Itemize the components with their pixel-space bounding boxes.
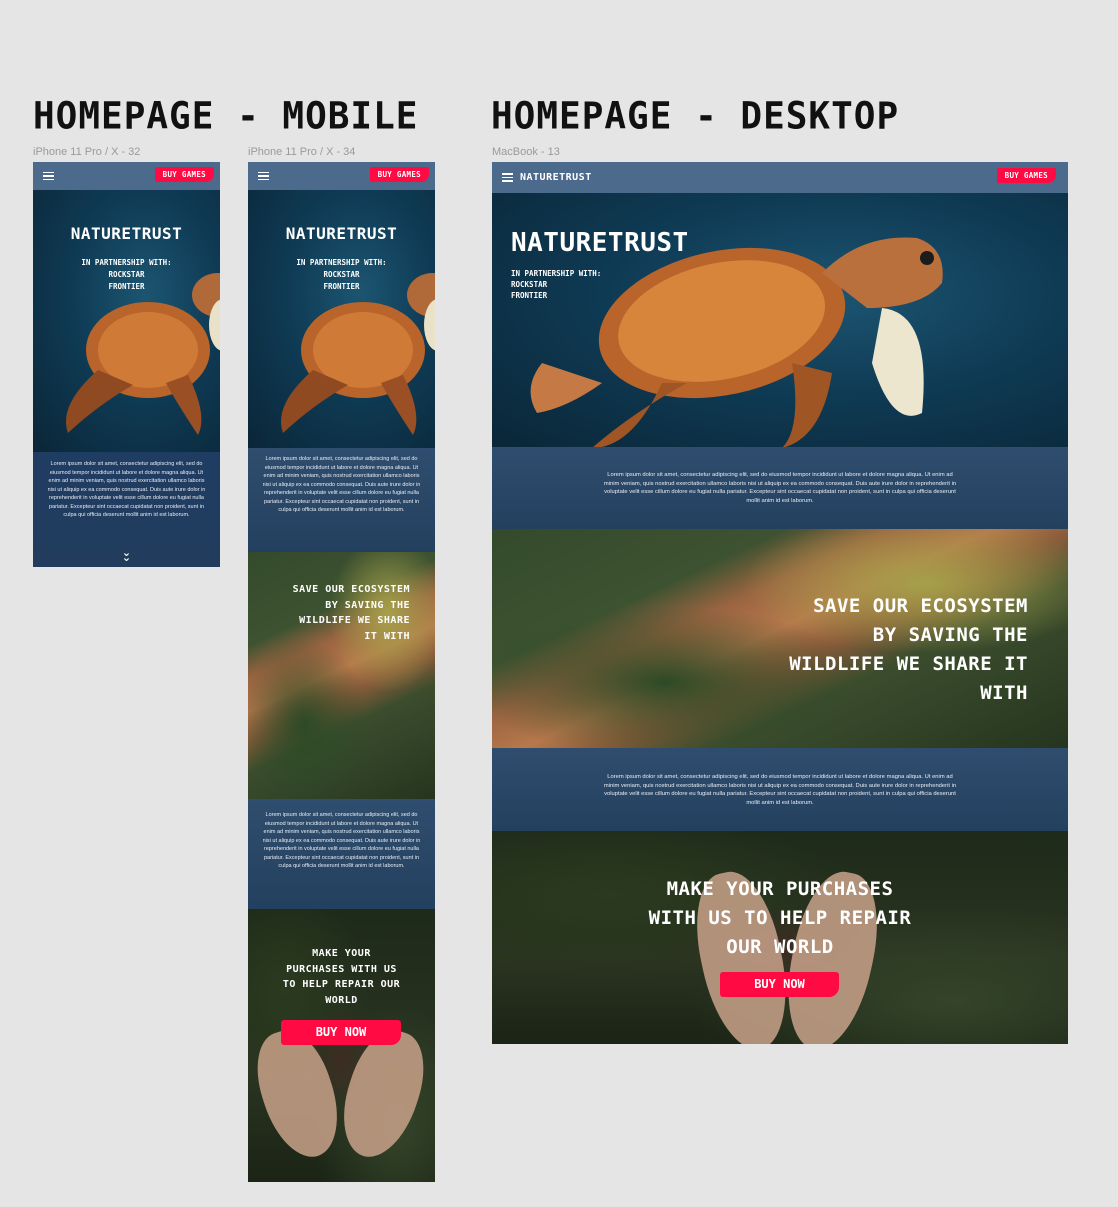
second-band: Lorem ipsum dolor sit amet, consectetur … <box>248 799 435 909</box>
hamburger-icon[interactable] <box>258 171 269 181</box>
hands-photo: Make your purchases with us to help repa… <box>248 909 435 1182</box>
partnership-text: In partnership with: Rockstar Frontier <box>296 258 387 291</box>
mobile-frame-2: Buy Games NatureTrust In partnership wit… <box>248 162 435 1182</box>
intro-text: Lorem ipsum dolor sit amet, consectetur … <box>603 472 957 504</box>
frame-label-mobile-1: iPhone 11 Pro / X - 32 <box>33 146 141 158</box>
ecosystem-heading: Save our ecosystem by saving the wildlif… <box>292 584 410 642</box>
aerial-photo: Save our ecosystem by saving the wildlif… <box>248 552 435 799</box>
buy-now-button[interactable]: Buy Now <box>281 1020 401 1045</box>
intro-band: Lorem ipsum dolor sit amet, consectetur … <box>492 447 1068 529</box>
hands-photo: Make your purchases with us to help repa… <box>492 831 1068 1044</box>
hamburger-icon[interactable] <box>502 173 513 182</box>
nav-bar: Buy Games <box>248 162 435 190</box>
buy-games-button[interactable]: Buy Games <box>996 168 1056 183</box>
intro-text: Lorem ipsum dolor sit amet, consectetur … <box>262 456 421 513</box>
desktop-frame: NatureTrust Buy Games NatureTrust In par… <box>492 162 1068 1044</box>
purchase-heading: Make your purchases with us to help repa… <box>648 878 912 958</box>
second-band: Lorem ipsum dolor sit amet, consectetur … <box>492 748 1068 831</box>
frame-label-desktop: MacBook - 13 <box>492 146 560 158</box>
partnership-text: In partnership with: Rockstar Frontier <box>511 269 602 300</box>
hamburger-icon[interactable] <box>43 171 54 181</box>
mobile-section-title: Homepage - Mobile <box>33 94 419 139</box>
desktop-section-title: Homepage - Desktop <box>491 94 900 139</box>
buy-games-button[interactable]: Buy Games <box>369 167 429 182</box>
intro-text: Lorem ipsum dolor sit amet, consectetur … <box>47 461 206 518</box>
hero-title: NatureTrust <box>511 228 689 258</box>
intro-band: Lorem ipsum dolor sit amet, consectetur … <box>248 448 435 552</box>
hero-title: NatureTrust <box>285 224 398 243</box>
intro-band: Lorem ipsum dolor sit amet, consectetur … <box>33 452 220 567</box>
purchase-heading: Make your purchases with us to help repa… <box>282 948 401 1006</box>
nav-brand[interactable]: NatureTrust <box>520 172 592 183</box>
partnership-text: In partnership with: Rockstar Frontier <box>81 258 172 291</box>
nav-bar: NatureTrust Buy Games <box>492 162 1068 193</box>
buy-games-button[interactable]: Buy Games <box>154 167 214 182</box>
aerial-photo: Save our ecosystem by saving the wildlif… <box>492 529 1068 748</box>
frame-label-mobile-2: iPhone 11 Pro / X - 34 <box>248 146 356 158</box>
mobile-frame-1: Buy Games NatureTrust In partnership wit… <box>33 162 220 567</box>
hero-title: NatureTrust <box>70 224 183 243</box>
second-text: Lorem ipsum dolor sit amet, consectetur … <box>262 812 421 869</box>
double-chevron-down-icon[interactable]: ⌄ ⌄ <box>33 547 220 563</box>
buy-now-button[interactable]: Buy Now <box>720 972 839 997</box>
second-text: Lorem ipsum dolor sit amet, consectetur … <box>603 774 957 806</box>
nav-bar: Buy Games <box>33 162 220 190</box>
ecosystem-heading: Save our ecosystem by saving the wildlif… <box>789 595 1028 704</box>
